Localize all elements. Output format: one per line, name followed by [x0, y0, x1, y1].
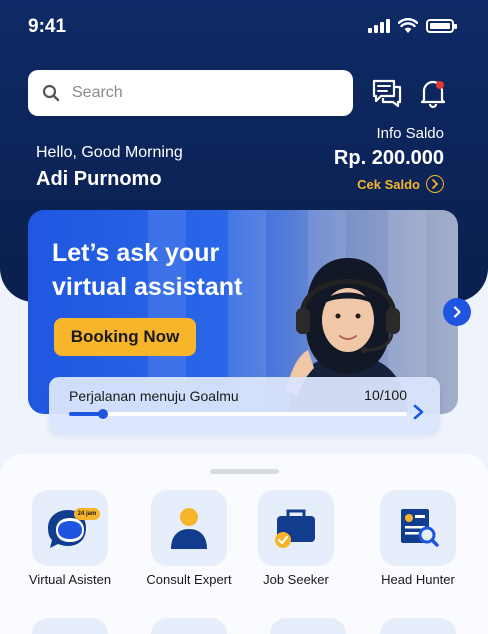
menu-icon-box: 24 jam [32, 490, 108, 566]
menu-label: Job Seeker [263, 572, 329, 587]
goal-label: Perjalanan menuju Goalmu [69, 388, 239, 404]
chevron-right-icon [426, 175, 444, 193]
status-icons [368, 18, 457, 34]
menu-icon-box [151, 490, 227, 566]
menu-icon-box [380, 490, 456, 566]
search-icon [42, 84, 60, 102]
booking-now-button[interactable]: Booking Now [54, 318, 196, 356]
carousel-next-button[interactable] [443, 298, 471, 326]
menu-item-virtual-asisten[interactable]: 24 jam Virtual Asisten [10, 490, 130, 586]
resume-search-icon [401, 509, 439, 547]
chevron-right-icon [453, 306, 461, 318]
menu-item-job-seeker[interactable]: Job Seeker [236, 490, 356, 586]
menu-label: Head Hunter [381, 572, 455, 587]
menu-item-partial[interactable] [270, 618, 346, 634]
greeting-text: Hello, Good Morning [36, 144, 183, 161]
chevron-right-icon[interactable] [412, 403, 426, 421]
search-bar[interactable] [28, 70, 353, 116]
menu-sheet: 24 jam Virtual Asisten Consult Expert Jo… [0, 454, 488, 634]
balance-amount: Rp. 200.000 [333, 147, 444, 169]
banner-title: Let’s ask your virtual assistant [52, 239, 243, 301]
menu-item-partial[interactable] [151, 618, 227, 634]
menu-label: Virtual Asisten [28, 572, 112, 587]
balance-label: Info Saldo [376, 125, 444, 142]
goal-count: 10/100 [364, 387, 407, 403]
chat-icon[interactable] [370, 76, 404, 110]
signal-icon [368, 19, 390, 33]
menu-item-partial[interactable] [380, 618, 456, 634]
goal-progress-track [69, 409, 407, 419]
check-balance-link[interactable]: Cek Saldo [357, 175, 444, 193]
goal-progress-handle [97, 409, 108, 419]
battery-icon [426, 19, 457, 33]
bell-icon[interactable] [416, 76, 450, 110]
status-time: 9:41 [28, 16, 67, 37]
menu-icon-box [258, 490, 334, 566]
menu-item-consult-expert[interactable]: Consult Expert [129, 490, 249, 586]
menu-item-partial[interactable] [32, 618, 108, 634]
menu-label: Consult Expert [146, 572, 232, 587]
search-input[interactable] [72, 84, 332, 102]
drag-handle[interactable] [210, 469, 279, 474]
user-name: Adi Purnomo [36, 168, 162, 190]
badge-24-jam: 24 jam [74, 508, 100, 520]
notification-dot [436, 81, 444, 89]
wifi-icon [398, 18, 418, 33]
person-icon [171, 508, 207, 549]
menu-item-head-hunter[interactable]: Head Hunter [358, 490, 478, 586]
goal-progress-card[interactable]: Perjalanan menuju Goalmu 10/100 [49, 377, 440, 435]
status-bar: 9:41 [0, 0, 488, 56]
check-balance-label: Cek Saldo [357, 176, 420, 192]
briefcase-icon [275, 509, 315, 548]
